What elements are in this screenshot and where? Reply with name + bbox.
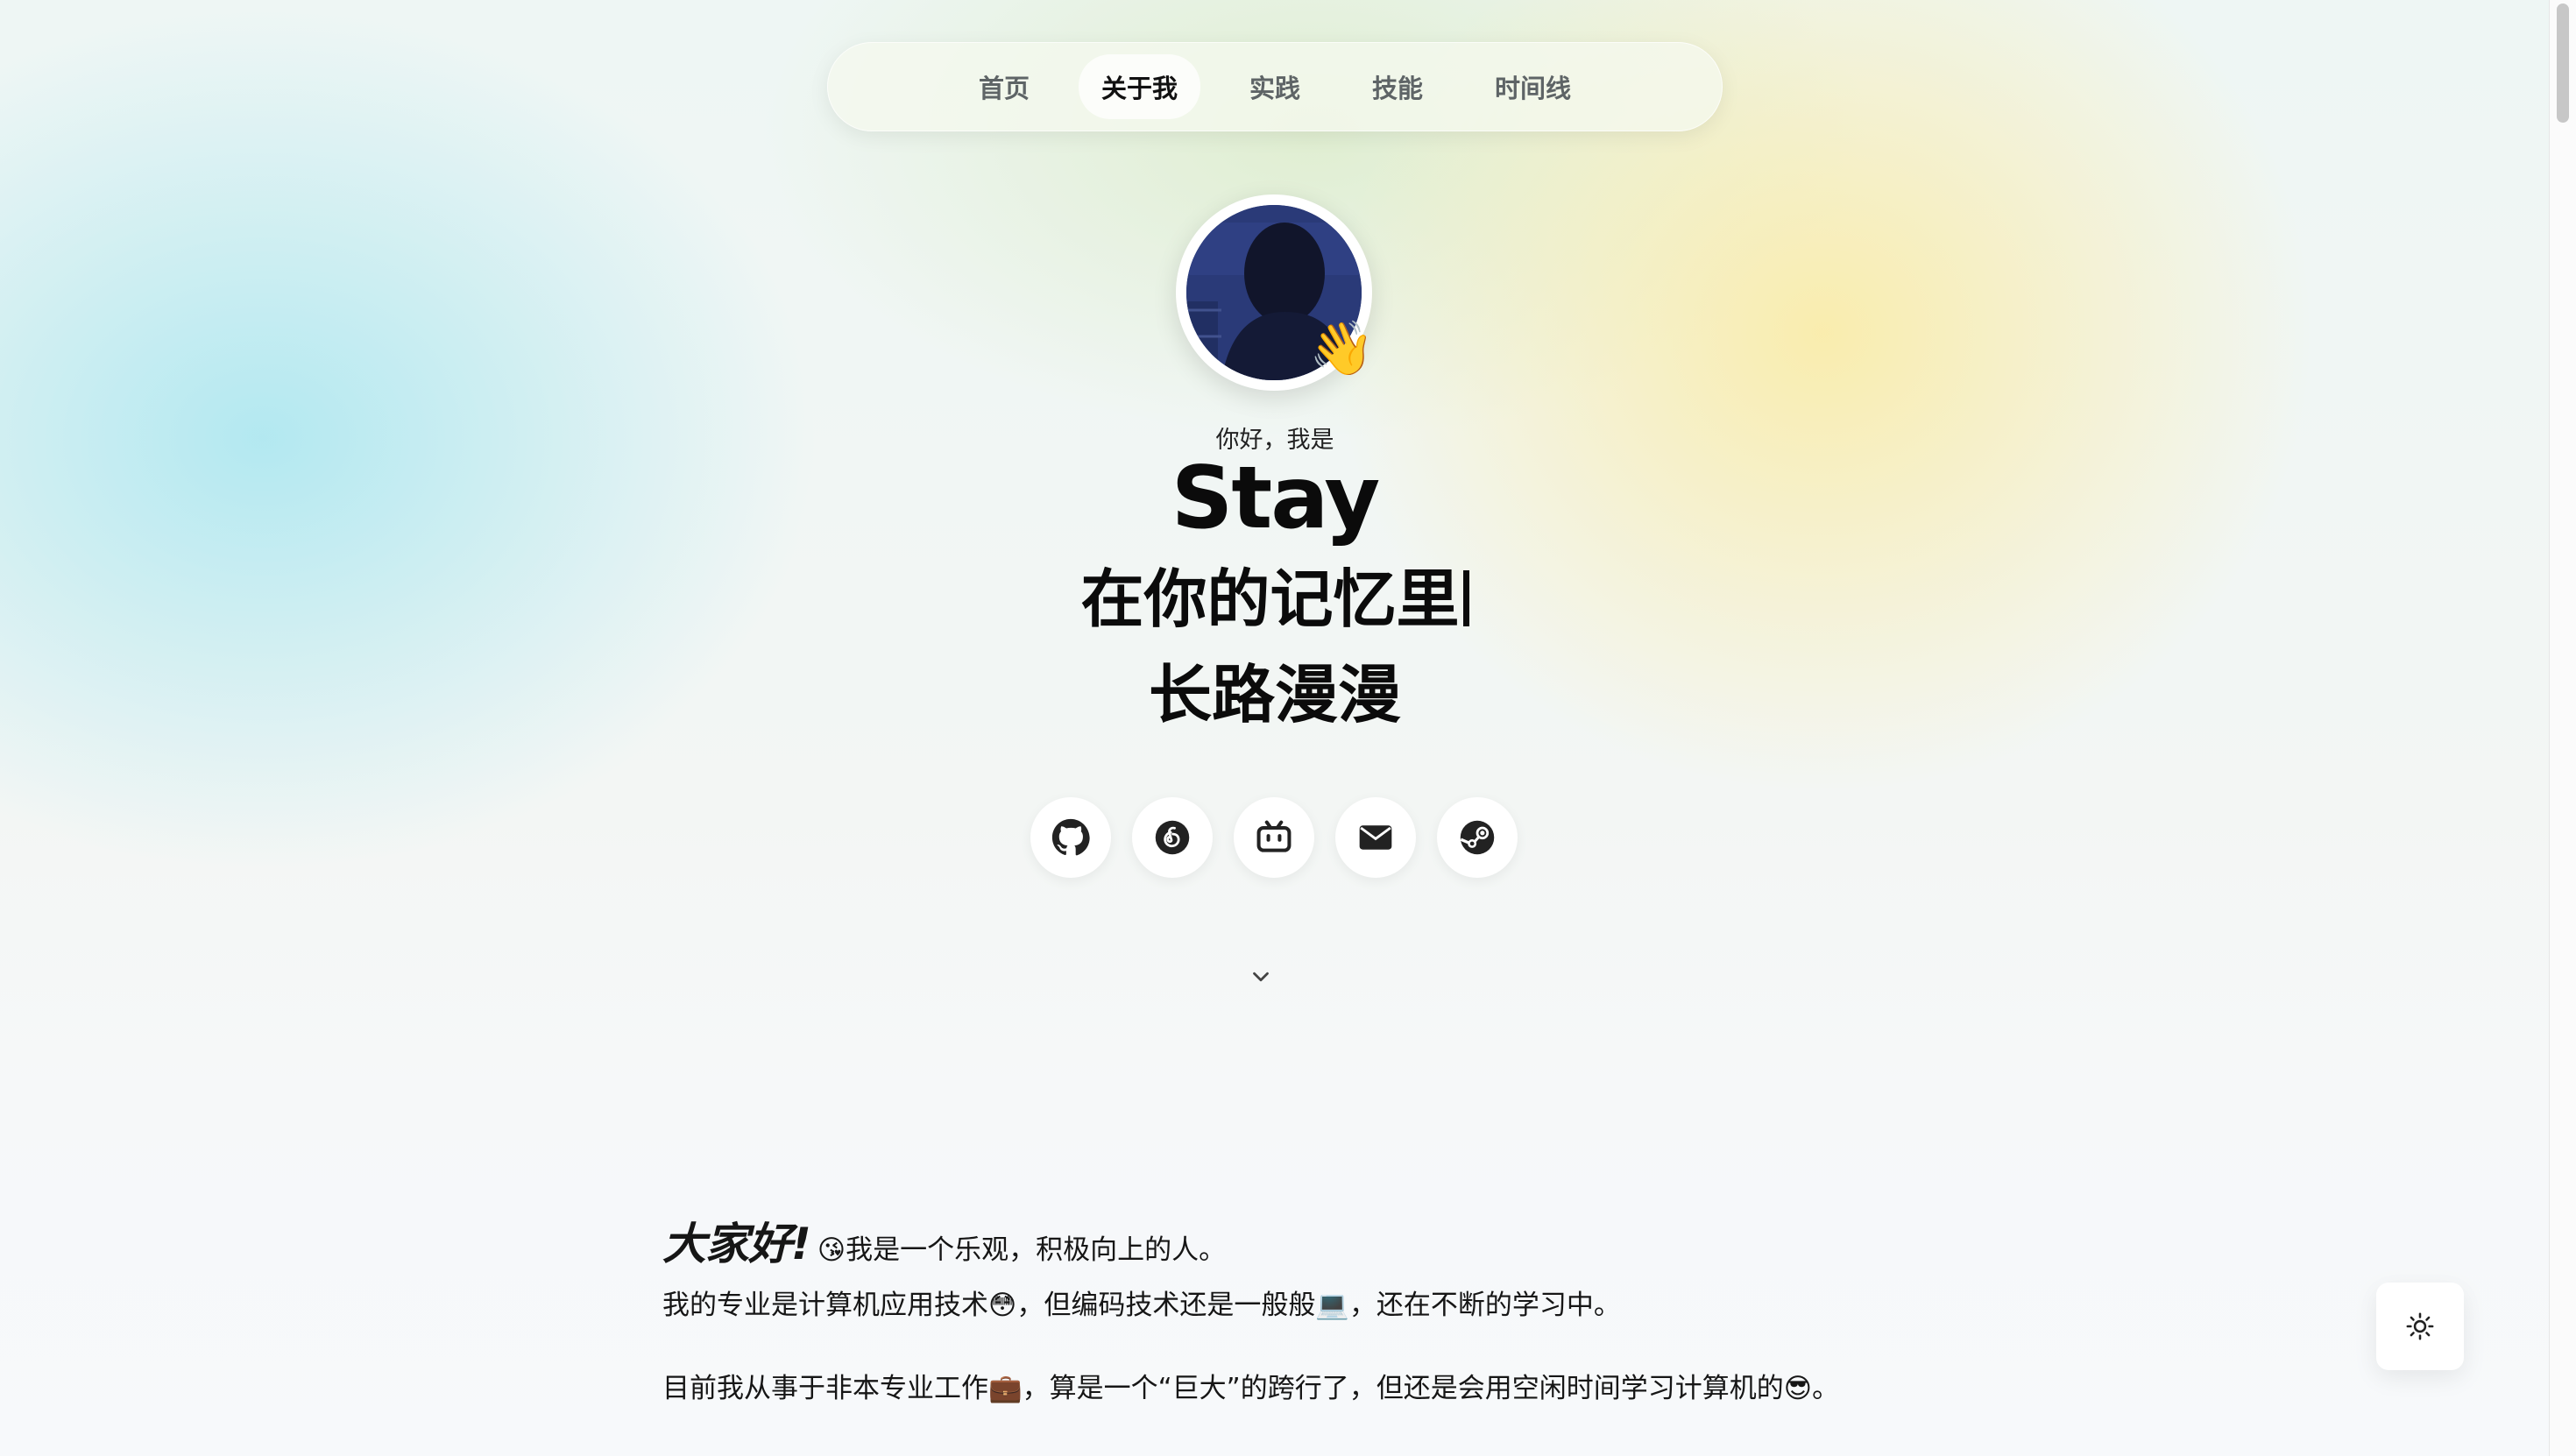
sun-icon [2406,1312,2434,1340]
scrollbar-thumb[interactable] [2557,4,2569,123]
intro-line-2: 我的专业是计算机应用技术😳，但编码技术还是一般般💻，还在不断的学习中。 [662,1283,1977,1322]
nav-item-about[interactable]: 关于我 [1078,54,1200,119]
intro-line-3: 目前我从事于非本专业工作💼，算是一个“巨大”的跨行了，但还是会用空闲时间学习计算… [662,1366,1977,1405]
flushed-emoji-icon: 😳 [988,1290,1017,1321]
waving-hand-icon: 👋 [1309,318,1375,379]
typed-text: 在你的记忆里 [1080,562,1460,636]
intro-hello: 大家好! [662,1219,811,1269]
kiss-emoji-icon: 😘 [817,1234,846,1266]
nav-item-timeline[interactable]: 时间线 [1472,54,1594,119]
computer-emoji-icon: 💻 [1315,1290,1349,1321]
intro-text-3a: 目前我从事于非本专业工作 [662,1373,988,1404]
intro-text-2a: 我的专业是计算机应用技术 [662,1290,988,1321]
github-link-button[interactable] [1030,797,1111,878]
bilibili-link-button[interactable] [1234,797,1314,878]
netease-music-link-button[interactable] [1132,797,1213,878]
netease-music-icon [1155,820,1190,855]
nav-item-skills[interactable]: 技能 [1349,54,1446,119]
email-icon [1359,825,1392,850]
intro-text-1: 我是一个乐观，积极向上的人。 [846,1234,1227,1266]
briefcase-emoji-icon: 💼 [988,1373,1023,1404]
typing-cursor [1462,570,1469,626]
steam-icon [1460,820,1495,855]
motto-text: 长路漫漫 [1148,658,1401,732]
intro-text-3c: 。 [1812,1373,1840,1404]
intro-section: 大家好! 😘 我是一个乐观，积极向上的人。 我的专业是计算机应用技术😳，但编码技… [662,1209,1977,1405]
page: 首页 关于我 实践 技能 时间线 👋 你好，我是 Stay 在你的记忆里 长路漫… [0,0,2576,1456]
page-scrollbar[interactable] [2549,0,2576,1456]
sunglasses-emoji-icon: 😎 [1783,1373,1813,1404]
typed-text-line: 在你的记忆里 [0,548,2550,640]
chevron-down-icon[interactable] [1248,964,1274,990]
steam-link-button[interactable] [1437,797,1518,878]
intro-text-2b: ，但编码技术还是一般般 [1016,1290,1316,1321]
nav-item-home[interactable]: 首页 [956,54,1052,119]
email-link-button[interactable] [1335,797,1416,878]
top-nav: 首页 关于我 实践 技能 时间线 [827,42,1723,131]
bilibili-icon [1256,820,1292,852]
github-icon [1051,818,1090,856]
nav-item-practice[interactable]: 实践 [1227,54,1323,119]
intro-line-1: 大家好! 😘 我是一个乐观，积极向上的人。 [662,1209,1977,1279]
intro-text-2c: ，还在不断的学习中。 [1348,1290,1621,1321]
hero-name: Stay [1171,449,1380,548]
social-links [1030,797,1518,878]
theme-toggle-button[interactable] [2376,1283,2464,1370]
intro-text-3b: ，算是一个“巨大”的跨行了，但还是会用空闲时间学习计算机的 [1022,1373,1784,1404]
